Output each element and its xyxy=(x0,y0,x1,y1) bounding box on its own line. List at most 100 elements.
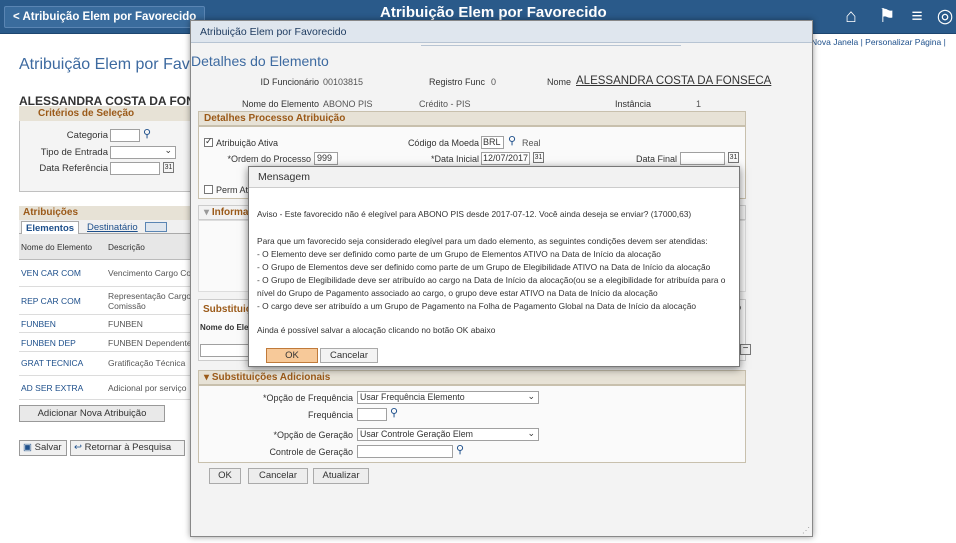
table-row[interactable]: VEN CAR COM Vencimento Cargo Co xyxy=(19,260,197,287)
navbar-icon[interactable]: ◎ xyxy=(934,6,956,28)
add-attribution-button[interactable]: Adicionar Nova Atribuição xyxy=(19,405,165,422)
gen-control-input[interactable] xyxy=(357,445,453,458)
emp-id-value: 00103815 xyxy=(323,77,364,87)
divider xyxy=(421,45,681,46)
grid-header: Nome do Elemento Descrição xyxy=(19,234,197,260)
intro-text: Para que um favorecido seja considerado … xyxy=(257,236,708,246)
element-value: ABONO PIS xyxy=(323,99,373,109)
table-row[interactable]: FUNBEN FUNBEN xyxy=(19,315,197,333)
home-icon[interactable]: ⌂ xyxy=(840,6,862,28)
condition-text: - O Elemento deve ser definido como part… xyxy=(257,249,661,259)
name-label: Nome xyxy=(546,77,571,87)
gen-option-value: Usar Controle Geração Elem xyxy=(360,429,473,439)
search-icon[interactable]: ⚲ xyxy=(390,406,398,419)
search-icon[interactable]: ⚲ xyxy=(508,134,516,147)
save-button[interactable]: ▣ Salvar xyxy=(19,440,67,456)
search-icon[interactable]: ⚲ xyxy=(456,443,464,456)
resize-handle-icon[interactable]: ⋰ xyxy=(802,526,810,535)
ref-date-input[interactable] xyxy=(110,162,160,175)
col-description: Descrição xyxy=(108,242,145,252)
entry-type-select[interactable]: ⌄ xyxy=(110,145,176,159)
page-title-bar: Atribuição Elem por Favorecido xyxy=(380,4,607,21)
perm-checkbox[interactable] xyxy=(204,185,213,194)
search-icon[interactable]: ⚲ xyxy=(143,127,151,140)
message-dialog: Mensagem Aviso - Este favorecido não é e… xyxy=(248,166,740,367)
table-row[interactable]: FUNBEN DEP FUNBEN Dependente xyxy=(19,333,197,352)
top-links[interactable]: Nova Janela | Personalizar Página | xyxy=(811,37,946,47)
return-label: Retornar à Pesquisa xyxy=(84,442,172,453)
order-label: *Ordem do Processo xyxy=(227,154,311,164)
menu-icon[interactable]: ≡ xyxy=(906,6,928,28)
freq-input[interactable] xyxy=(357,408,387,421)
chevron-down-icon: ⌄ xyxy=(527,428,535,438)
ref-date-label: Data Referência xyxy=(39,163,108,174)
message-ok-button[interactable]: OK xyxy=(266,348,318,363)
emp-id-label: ID Funcionário xyxy=(260,77,319,87)
calendar-icon[interactable]: 31 xyxy=(533,152,544,163)
currency-label: Código da Moeda xyxy=(407,138,479,148)
reg-label: Registro Func xyxy=(428,77,485,87)
ok-button[interactable]: OK xyxy=(209,468,241,484)
active-label: Atribuição Ativa xyxy=(216,138,279,148)
condition-text: - O Grupo de Elementos deve ser definido… xyxy=(257,262,711,272)
col-element-name: Nome do Elemento xyxy=(21,242,93,252)
tab-elements[interactable]: Elementos xyxy=(21,221,80,234)
row-description: FUNBEN xyxy=(108,319,143,329)
instance-value: 1 xyxy=(696,99,702,109)
process-details-header: Detalhes Processo Atribuição xyxy=(198,111,746,126)
warning-text: Aviso - Este favorecido não é elegível p… xyxy=(257,209,692,219)
currency-input[interactable]: BRL xyxy=(481,136,504,149)
collapse-icon[interactable]: ▾ xyxy=(204,207,212,218)
back-button[interactable]: < Atribuição Elem por Favorecido xyxy=(4,6,206,28)
condition-text: nível do Grupo de Pagamento associado ao… xyxy=(257,288,658,298)
row-description: Adicional por serviço xyxy=(108,383,187,393)
substitution-input[interactable] xyxy=(200,344,252,357)
calendar-icon[interactable]: 31 xyxy=(728,152,739,163)
row-element-name[interactable]: VEN CAR COM xyxy=(21,268,81,278)
save-label: Salvar xyxy=(34,442,62,453)
freq-option-label: *Opção de Frequência xyxy=(262,393,353,403)
start-date-input[interactable]: 12/07/2017 xyxy=(481,152,530,165)
row-element-name[interactable]: GRAT TECNICA xyxy=(21,358,83,368)
table-row[interactable]: AD SER EXTRA Adicional por serviço xyxy=(19,376,197,400)
additional-header-label: Substituições Adicionais xyxy=(211,372,331,383)
condition-text: - O cargo deve ser atribuído a um Grupo … xyxy=(257,301,697,311)
instance-label: Instância xyxy=(614,99,651,109)
info-header-label: Informa xyxy=(211,207,249,218)
order-input[interactable]: 999 xyxy=(314,152,338,165)
row-element-name[interactable]: REP CAR COM xyxy=(21,296,81,306)
attributions-tabs: Elementos Destinatário xyxy=(19,220,197,234)
row-element-name[interactable]: AD SER EXTRA xyxy=(21,383,83,393)
calendar-icon[interactable]: 31 xyxy=(163,162,174,173)
cancel-button[interactable]: Cancelar xyxy=(248,468,308,484)
grid-view-icon[interactable] xyxy=(145,222,167,232)
row-element-name[interactable]: FUNBEN DEP xyxy=(21,338,76,348)
attributions-header: Atribuições xyxy=(19,206,197,220)
return-search-button[interactable]: ↩ Retornar à Pesquisa xyxy=(70,440,185,456)
end-date-input[interactable] xyxy=(680,152,725,165)
gen-option-select[interactable]: Usar Controle Geração Elem ⌄ xyxy=(357,428,539,441)
collapse-icon[interactable]: ▾ xyxy=(204,372,212,383)
remove-row-icon[interactable]: − xyxy=(740,344,751,355)
category-label: Categoria xyxy=(66,130,108,141)
tab-recipient[interactable]: Destinatário xyxy=(83,221,142,234)
active-checkbox[interactable]: ✓ xyxy=(204,136,213,147)
message-title: Mensagem xyxy=(249,167,739,188)
freq-option-value: Usar Frequência Elemento xyxy=(360,392,465,402)
criteria-header: Critérios de Seleção xyxy=(19,106,197,121)
table-row[interactable]: REP CAR COM Representação Cargo Comissão xyxy=(19,287,197,315)
row-description: Representação Cargo Comissão xyxy=(108,291,192,311)
table-row[interactable]: GRAT TECNICA Gratificação Técnica xyxy=(19,352,197,376)
row-element-name[interactable]: FUNBEN xyxy=(21,319,56,329)
flag-icon[interactable]: ⚑ xyxy=(876,6,898,28)
refresh-button[interactable]: Atualizar xyxy=(313,468,369,484)
gen-control-label: Controle de Geração xyxy=(269,447,353,457)
freq-option-select[interactable]: Usar Frequência Elemento ⌄ xyxy=(357,391,539,404)
row-description: Gratificação Técnica xyxy=(108,358,186,368)
footer-text: Ainda é possível salvar a alocação clica… xyxy=(257,325,496,335)
message-cancel-button[interactable]: Cancelar xyxy=(320,348,378,363)
gen-option-label: *Opção de Geração xyxy=(273,430,353,440)
row-description: Vencimento Cargo Co xyxy=(108,268,192,278)
category-input[interactable] xyxy=(110,129,140,142)
currency-name: Real xyxy=(522,138,541,148)
